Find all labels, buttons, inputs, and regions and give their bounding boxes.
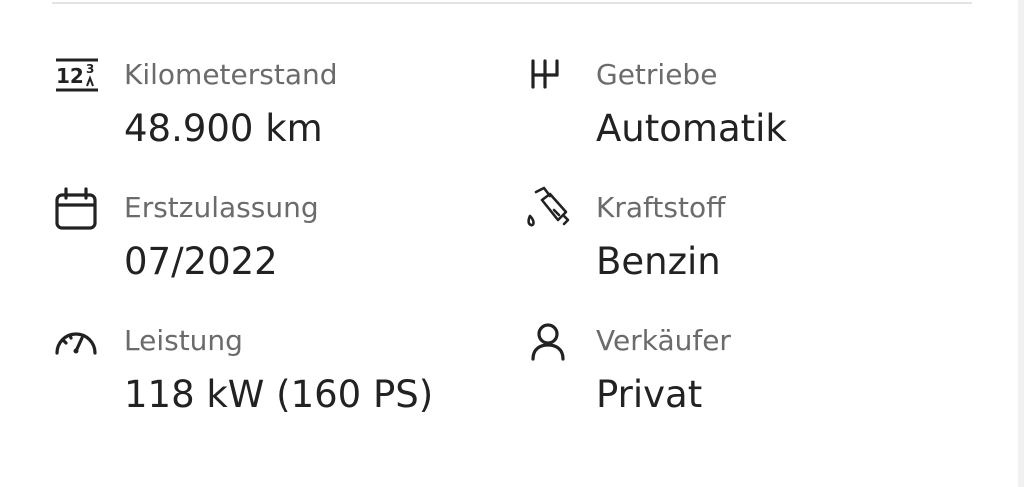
odometer-digit-3: 3 [86,62,94,76]
right-edge [1018,0,1024,487]
spec-value-gearbox: Automatik [596,107,787,150]
spec-value-fuel: Benzin [596,240,721,283]
odometer-icon: 12 3 [52,53,100,101]
odometer-digits: 12 [56,64,84,88]
vehicle-specs-panel: 12 3 Kilometerstand 48.900 km Getriebe A… [0,0,1024,487]
spec-gearbox: Getriebe Automatik [524,53,944,163]
calendar-icon [52,186,100,234]
gearshift-icon [524,53,572,101]
spec-label-power: Leistung [124,324,243,357]
spec-label-seller: Verkäufer [596,324,731,357]
person-icon [524,319,572,367]
top-divider [52,2,972,4]
spec-value-first-registration: 07/2022 [124,240,278,283]
spec-first-registration: Erstzulassung 07/2022 [52,186,472,296]
spec-value-mileage: 48.900 km [124,107,323,150]
speedometer-icon [52,319,100,367]
spec-value-seller: Privat [596,373,703,416]
spec-label-fuel: Kraftstoff [596,191,726,224]
spec-label-gearbox: Getriebe [596,58,718,91]
spec-value-power: 118 kW (160 PS) [124,373,434,416]
fuel-nozzle-icon [524,186,572,234]
spec-fuel: Kraftstoff Benzin [524,186,944,296]
spec-seller: Verkäufer Privat [524,319,944,429]
spec-mileage: 12 3 Kilometerstand 48.900 km [52,53,472,163]
spec-power: Leistung 118 kW (160 PS) [52,319,472,429]
spec-label-mileage: Kilometerstand [124,58,338,91]
spec-label-first-registration: Erstzulassung [124,191,319,224]
